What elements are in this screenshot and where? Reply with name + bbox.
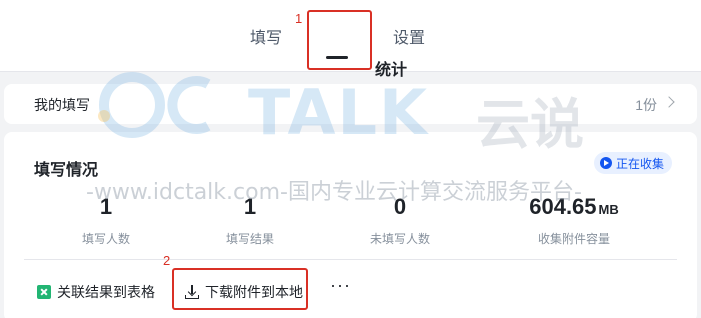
stat-results: 1 填写结果 [180, 192, 320, 247]
divider [24, 259, 677, 260]
stat-label: 填写人数 [81, 232, 130, 246]
download-icon [185, 285, 199, 299]
tab-settings[interactable]: 设置 [393, 28, 425, 50]
stat-label: 收集附件容量 [537, 232, 610, 246]
link-results-to-sheet-button[interactable]: 关联结果到表格 [37, 282, 155, 302]
my-fill-label: 我的填写 [34, 97, 90, 113]
collecting-badge[interactable]: 正在收集 [594, 152, 673, 174]
stat-value: 1 [243, 194, 257, 219]
collecting-badge-label: 正在收集 [616, 156, 665, 171]
stat-value: 0 [393, 194, 407, 219]
stat-value: 604.65 [529, 194, 597, 219]
active-tab-indicator [326, 56, 348, 59]
my-fill-row[interactable]: 我的填写 1份 [4, 84, 697, 124]
play-icon [600, 157, 612, 169]
annotation-marker-1: 1 [295, 11, 303, 26]
annotation-marker-2: 2 [163, 253, 171, 268]
more-button[interactable]: ··· [330, 275, 351, 296]
chevron-right-icon [663, 96, 675, 108]
stat-unit: MB [598, 202, 619, 217]
stat-label: 未填写人数 [369, 232, 430, 246]
status-title: 填写情况 [34, 162, 99, 179]
fill-status-card: 填写情况 正在收集 1 填写人数 1 填写结果 0 未填写人数 604.65 MB… [4, 132, 697, 318]
link-results-label: 关联结果到表格 [57, 284, 155, 300]
tab-bar: 填写 统计 设置 [0, 0, 701, 79]
tab-statistics[interactable]: 统计 [321, 60, 461, 82]
stat-respondents: 1 填写人数 [36, 192, 176, 247]
stat-value: 1 [99, 194, 113, 219]
stat-attachment-size: 604.65 MB 收集附件容量 [504, 192, 644, 247]
sheet-icon [37, 285, 51, 299]
my-fill-count: 1份 [635, 97, 657, 113]
stat-unfilled: 0 未填写人数 [330, 192, 470, 247]
stat-label: 填写结果 [225, 232, 274, 246]
download-attachments-label: 下载附件到本地 [205, 284, 303, 300]
tab-fill[interactable]: 填写 [250, 28, 282, 50]
download-attachments-button[interactable]: 下载附件到本地 [185, 282, 303, 302]
